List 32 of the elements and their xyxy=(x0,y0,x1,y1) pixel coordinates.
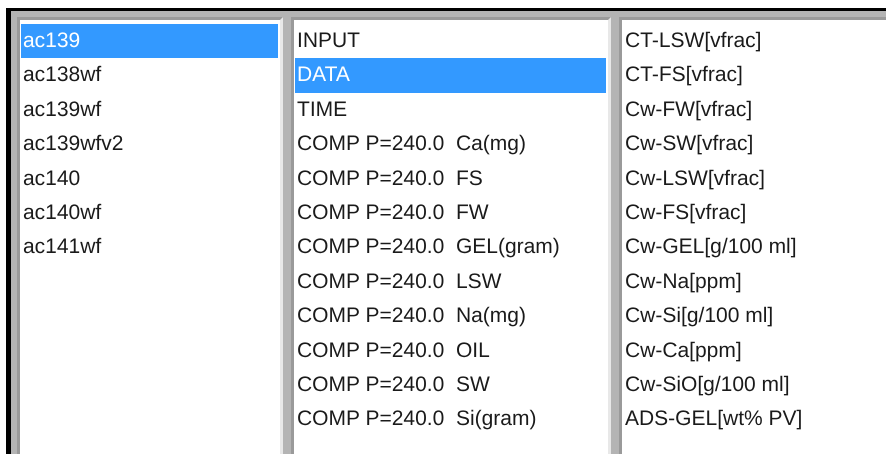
list-item[interactable]: CT-FS[vfrac] xyxy=(623,58,886,93)
list-item[interactable]: Cw-Na[ppm] xyxy=(623,264,886,300)
list-item[interactable]: TIME xyxy=(295,92,606,128)
list-item[interactable]: ADS-GEL[wt% PV] xyxy=(623,402,886,437)
list-item[interactable]: Cw-FW[vfrac] xyxy=(623,92,886,128)
list-item[interactable]: Cw-SiO[g/100 ml] xyxy=(623,368,886,402)
list-item[interactable]: INPUT xyxy=(295,24,606,58)
list-item[interactable]: Cw-Ca[ppm] xyxy=(623,334,886,368)
list-item[interactable]: ac140 xyxy=(21,162,278,196)
list-item[interactable]: Cw-GEL[g/100 ml] xyxy=(623,230,886,265)
list-item[interactable]: Cw-Si[g/100 ml] xyxy=(623,299,886,334)
list-item[interactable]: COMP P=240.0 Na(mg) xyxy=(295,299,606,334)
list-item[interactable]: ac139wfv2 xyxy=(21,127,278,162)
list-box[interactable]: CT-LSW[vfrac] CT-FS[vfrac] Cw-FW[vfrac] Cw-SW[vfrac] Cw-LSW[vfrac] Cw-FS[vfrac] Cw-GEL[g/100 ml] Cw-Na[ppm] Cw-Si[g/100 ml] Cw-Ca[ppm] Cw-SiO[g/100 ml] ADS-GEL[wt% PV] xyxy=(619,17,886,454)
list-item[interactable]: COMP P=240.0 FW xyxy=(295,196,606,230)
list-item[interactable]: Cw-FS[vfrac] xyxy=(623,196,886,230)
list-item[interactable]: COMP P=240.0 FS xyxy=(295,162,606,196)
list-item[interactable]: ac141wf xyxy=(21,230,278,265)
list-item[interactable]: COMP P=240.0 OIL xyxy=(295,334,606,368)
list-item[interactable]: COMP P=240.0 Ca(mg) xyxy=(295,127,606,162)
list-item[interactable]: COMP P=240.0 GEL(gram) xyxy=(295,230,606,265)
list-item[interactable]: ac140wf xyxy=(21,196,278,230)
list-item[interactable]: CT-LSW[vfrac] xyxy=(623,24,886,58)
list-item[interactable]: COMP P=240.0 SW xyxy=(295,368,606,402)
list-item[interactable]: Cw-LSW[vfrac] xyxy=(623,162,886,196)
list-item[interactable]: ac139wf xyxy=(21,92,278,128)
list-box[interactable]: ac139 ac138wf ac139wf ac139wfv2 ac140 ac140wf ac141wf xyxy=(17,17,283,454)
list-box[interactable]: INPUT DATA TIME COMP P=240.0 Ca(mg) COMP P=240.0 FS COMP P=240.0 FW COMP P=240.0 GEL(gram) COMP P=240.0 LSW COMP P=240.0 Na(mg) COMP P=240.0 OIL COMP P=240.0 SW COMP P=240.0 Si(gram) xyxy=(291,17,611,454)
list-item[interactable]: COMP P=240.0 LSW xyxy=(295,264,606,300)
list-item[interactable]: COMP P=240.0 Si(gram) xyxy=(295,402,606,437)
list-item[interactable]: ac138wf xyxy=(21,58,278,93)
list-item[interactable]: Cw-SW[vfrac] xyxy=(623,127,886,162)
